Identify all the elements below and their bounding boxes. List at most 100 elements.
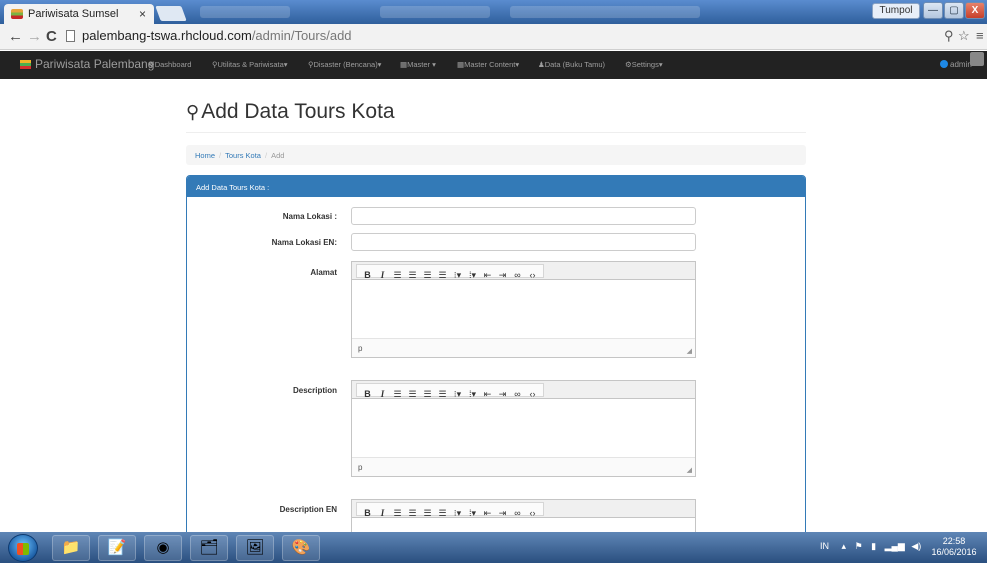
app-navbar: Pariwisata Palembang ❖Dashboard ⚲Utilita… [0, 51, 987, 79]
italic-icon[interactable]: I [375, 507, 390, 520]
nav-item-master[interactable]: ▦Master ▾ [400, 60, 436, 69]
bullet-list-icon[interactable]: ⁝▾ [450, 507, 465, 520]
editor-path: p [358, 344, 363, 353]
indent-icon[interactable]: ⇥ [495, 269, 510, 282]
nav-item-settings[interactable]: ⚙Settings▾ [625, 60, 663, 69]
alamat-editor: B I ☰ ☰ ☰ ☰ ⁝▾ ⁞▾ ⇤ ⇥ ∞ ‹› p ◢ [351, 261, 696, 358]
action-center-icon[interactable]: ⚑ [855, 541, 863, 551]
nav-item-buku-tamu[interactable]: ♟Data (Buku Tamu) [538, 60, 605, 69]
forward-arrow-icon[interactable]: → [27, 28, 42, 45]
tab-close-icon[interactable]: × [139, 7, 146, 21]
new-tab-button[interactable] [155, 6, 187, 21]
editor-toolbar: B I ☰ ☰ ☰ ☰ ⁝▾ ⁞▾ ⇤ ⇥ ∞ ‹› [352, 262, 695, 280]
title-divider [186, 132, 806, 133]
code-icon[interactable]: ‹› [525, 507, 540, 520]
numbered-list-icon[interactable]: ⁞▾ [465, 388, 480, 401]
align-center-icon[interactable]: ☰ [405, 507, 420, 520]
paint-taskbar-icon[interactable]: 🎨 [282, 535, 320, 561]
menu-icon[interactable]: ≡ [976, 28, 984, 43]
network-icon[interactable]: ▮ [871, 541, 876, 551]
description-edit-area[interactable] [352, 399, 695, 457]
align-right-icon[interactable]: ☰ [420, 507, 435, 520]
align-center-icon[interactable]: ☰ [405, 388, 420, 401]
volume-icon[interactable]: ◀) [911, 541, 921, 551]
profile-chip[interactable]: Tumpol [872, 3, 920, 19]
code-icon[interactable]: ‹› [525, 388, 540, 401]
chrome-taskbar-icon[interactable]: ◉ [144, 535, 182, 561]
code-icon[interactable]: ‹› [525, 269, 540, 282]
system-clock[interactable]: 22:58 16/06/2016 [928, 536, 980, 558]
page-title-text: Add Data Tours Kota [201, 100, 395, 123]
word-taskbar-icon[interactable]: 📝 [98, 535, 136, 561]
avatar[interactable] [970, 52, 984, 66]
bold-icon[interactable]: B [360, 388, 375, 401]
nav-item-utilitas-pariwisata[interactable]: ⚲Utilitas & Pariwisata▾ [212, 60, 288, 69]
folder-taskbar-icon[interactable]: 🗂 [190, 535, 228, 561]
maximize-button[interactable]: ▢ [944, 2, 964, 19]
bullet-list-icon[interactable]: ⁝▾ [450, 269, 465, 282]
resize-handle-icon[interactable]: ◢ [687, 466, 692, 474]
align-justify-icon[interactable]: ☰ [435, 507, 450, 520]
brand-link[interactable]: Pariwisata Palembang [20, 57, 154, 71]
show-hidden-icons-icon[interactable]: ▴ [842, 541, 847, 551]
alamat-edit-area[interactable] [352, 280, 695, 338]
nama-lokasi-en-field[interactable] [351, 233, 696, 251]
align-left-icon[interactable]: ☰ [390, 507, 405, 520]
outdent-icon[interactable]: ⇤ [480, 269, 495, 282]
breadcrumb-tours-kota[interactable]: Tours Kota [225, 151, 261, 160]
align-left-icon[interactable]: ☰ [390, 269, 405, 282]
reload-icon[interactable]: C [46, 28, 57, 45]
numbered-list-icon[interactable]: ⁞▾ [465, 269, 480, 282]
nav-item-master-content[interactable]: ▦Master Content▾ [457, 60, 519, 69]
user-menu[interactable]: admin [940, 60, 972, 69]
system-tray: IN ▴ ⚑ ▮ ▂▄▆ ◀) [820, 541, 921, 552]
url-field[interactable]: palembang-tswa.rhcloud.com/admin/Tours/a… [82, 28, 352, 43]
signal-icon[interactable]: ▂▄▆ [885, 541, 905, 551]
link-icon[interactable]: ∞ [510, 269, 525, 282]
bold-icon[interactable]: B [360, 507, 375, 520]
bold-icon[interactable]: B [360, 269, 375, 282]
brand-name: Pariwisata Palembang [35, 57, 155, 71]
nama-lokasi-field[interactable] [351, 207, 696, 225]
link-icon[interactable]: ∞ [510, 507, 525, 520]
nav-item-dashboard[interactable]: ❖Dashboard [148, 60, 191, 69]
background-window-title [200, 6, 290, 18]
editor-path: p [358, 463, 363, 472]
bullet-list-icon[interactable]: ⁝▾ [450, 388, 465, 401]
explorer-taskbar-icon[interactable]: 📁 [52, 535, 90, 561]
align-center-icon[interactable]: ☰ [405, 269, 420, 282]
user-name: admin [950, 60, 972, 69]
url-path: /admin/Tours/add [251, 28, 352, 43]
map-marker-icon: ⚲ [186, 102, 200, 122]
nav-item-disaster[interactable]: ⚲Disaster (Bencana)▾ [308, 60, 381, 69]
language-indicator[interactable]: IN [820, 541, 829, 551]
link-icon[interactable]: ∞ [510, 388, 525, 401]
browser-tab[interactable]: Pariwisata Sumsel × [4, 4, 154, 24]
align-justify-icon[interactable]: ☰ [435, 388, 450, 401]
breadcrumb-current: Add [271, 151, 285, 160]
breadcrumb-home[interactable]: Home [195, 151, 215, 160]
resize-handle-icon[interactable]: ◢ [687, 347, 692, 355]
align-right-icon[interactable]: ☰ [420, 388, 435, 401]
picture-taskbar-icon[interactable]: 🖼 [236, 535, 274, 561]
align-left-icon[interactable]: ☰ [390, 388, 405, 401]
start-button[interactable] [8, 534, 38, 562]
align-right-icon[interactable]: ☰ [420, 269, 435, 282]
minimize-button[interactable]: — [923, 2, 943, 19]
italic-icon[interactable]: I [375, 388, 390, 401]
user-icon [940, 60, 948, 68]
align-justify-icon[interactable]: ☰ [435, 269, 450, 282]
editor-statusbar: p ◢ [352, 457, 695, 476]
italic-icon[interactable]: I [375, 269, 390, 282]
indent-icon[interactable]: ⇥ [495, 507, 510, 520]
outdent-icon[interactable]: ⇤ [480, 507, 495, 520]
close-window-button[interactable]: X [965, 2, 985, 19]
outdent-icon[interactable]: ⇤ [480, 388, 495, 401]
zoom-icon[interactable]: ⚲ [944, 28, 954, 44]
bookmark-star-icon[interactable]: ☆ [958, 28, 970, 44]
numbered-list-icon[interactable]: ⁞▾ [465, 507, 480, 520]
brand-logo-icon [20, 60, 31, 69]
indent-icon[interactable]: ⇥ [495, 388, 510, 401]
back-arrow-icon[interactable]: ← [8, 28, 23, 45]
toolbar-group: B I ☰ ☰ ☰ ☰ ⁝▾ ⁞▾ ⇤ ⇥ ∞ ‹› [356, 383, 544, 399]
